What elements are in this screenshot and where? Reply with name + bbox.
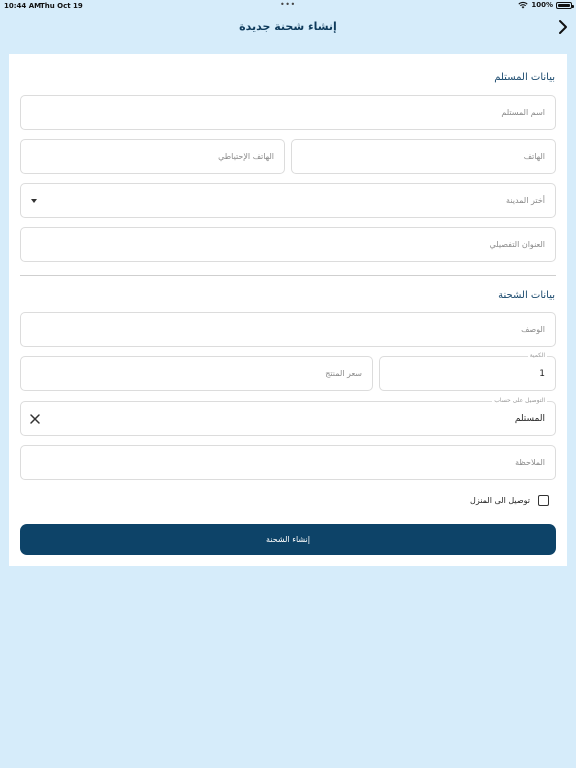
address-field[interactable]: العنوان التفصيلي <box>20 227 556 262</box>
description-field[interactable]: الوصف <box>20 312 556 347</box>
notes-placeholder: الملاحظة <box>515 458 545 467</box>
backup-phone-placeholder: الهاتف الإحتياطي <box>218 152 274 161</box>
nav-bar: إنشاء شحنة جديدة <box>0 12 576 44</box>
backup-phone-field[interactable]: الهاتف الإحتياطي <box>20 139 285 174</box>
battery-icon <box>556 1 574 9</box>
quantity-value: 1 <box>539 369 545 379</box>
section-divider <box>20 275 556 276</box>
recipient-section-title: بيانات المستلم <box>494 72 555 83</box>
phone-field[interactable]: الهاتف <box>291 139 556 174</box>
dropdown-caret-icon <box>31 199 37 203</box>
status-right: 100% <box>518 1 574 9</box>
price-placeholder: سعر المنتج <box>325 369 362 378</box>
create-shipment-label: إنشاء الشحنة <box>266 535 310 544</box>
page-title: إنشاء شحنة جديدة <box>239 20 337 33</box>
address-placeholder: العنوان التفصيلي <box>489 240 546 249</box>
delivery-account-label: التوصيل على حساب <box>492 397 547 404</box>
shipment-section-title: بيانات الشحنة <box>498 290 555 301</box>
recipient-name-field[interactable]: اسم المستلم <box>20 95 556 130</box>
back-chevron-icon[interactable] <box>556 19 570 35</box>
delivery-account-select[interactable]: التوصيل على حساب المستلم <box>20 397 556 436</box>
recipient-name-placeholder: اسم المستلم <box>501 108 545 117</box>
home-delivery-label: توصيل الى المنزل <box>470 496 530 505</box>
form-card: بيانات المستلم اسم المستلم الهاتف الهاتف… <box>9 54 567 566</box>
home-delivery-checkbox[interactable] <box>538 495 549 506</box>
multitasking-dots-icon[interactable]: ••• <box>280 0 296 9</box>
delivery-account-value: المستلم <box>514 414 545 424</box>
status-time: 10:44 AM <box>4 2 42 10</box>
notes-field[interactable]: الملاحظة <box>20 445 556 480</box>
status-date: Thu Oct 19 <box>40 2 83 10</box>
phone-placeholder: الهاتف <box>523 152 545 161</box>
home-delivery-row[interactable]: توصيل الى المنزل <box>470 495 549 506</box>
city-placeholder: أختر المدينة <box>506 196 545 205</box>
battery-percent: 100% <box>531 1 553 9</box>
status-bar: 10:44 AM Thu Oct 19 ••• 100% <box>0 0 576 12</box>
quantity-label: الكمية <box>527 352 547 359</box>
quantity-field[interactable]: الكمية 1 <box>379 352 556 391</box>
clear-close-icon[interactable] <box>29 413 41 425</box>
price-field[interactable]: سعر المنتج <box>20 356 373 391</box>
create-shipment-button[interactable]: إنشاء الشحنة <box>20 524 556 555</box>
wifi-icon <box>518 2 528 9</box>
city-select[interactable]: أختر المدينة <box>20 183 556 218</box>
description-placeholder: الوصف <box>521 325 545 334</box>
